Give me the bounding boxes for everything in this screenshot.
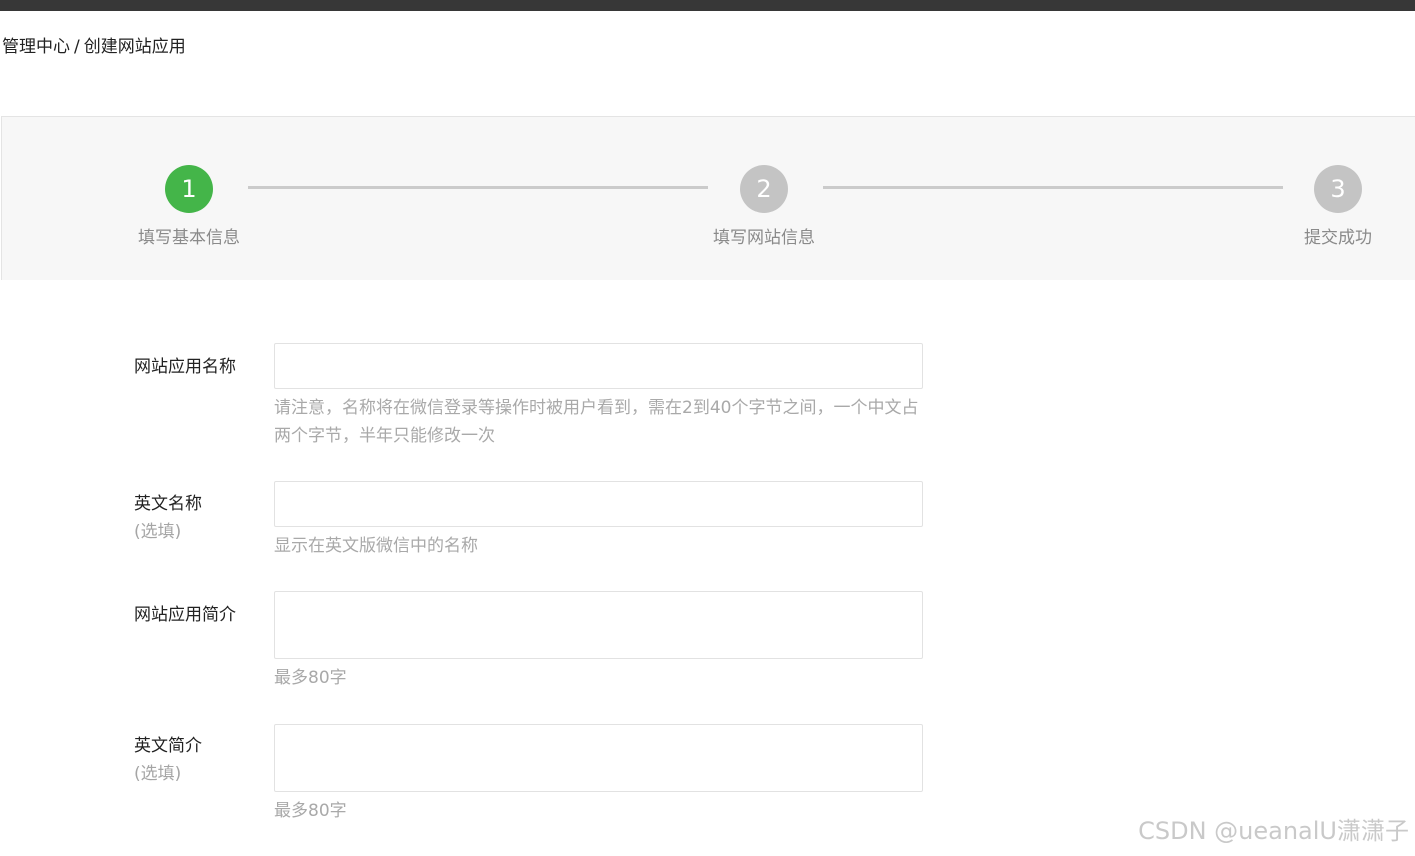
step-2-circle: 2	[740, 165, 788, 213]
english-name-label-text: 英文名称	[134, 494, 202, 514]
breadcrumb-separator: /	[74, 37, 80, 57]
step-1-circle: 1	[165, 165, 213, 213]
steps-panel: 1 2 3 填写基本信息 填写网站信息 提交成功	[1, 116, 1415, 280]
watermark: CSDN @ueanalU潇潇子	[1138, 817, 1409, 845]
app-name-input[interactable]	[274, 343, 923, 389]
english-intro-label-text: 英文简介	[134, 736, 202, 756]
english-intro-textarea[interactable]	[274, 724, 923, 792]
step-1-label: 填写基本信息	[138, 228, 240, 248]
step-connector-2	[823, 186, 1283, 189]
breadcrumb: 管理中心 / 创建网站应用	[2, 36, 186, 58]
breadcrumb-root[interactable]: 管理中心	[2, 37, 70, 57]
english-name-hint: 显示在英文版微信中的名称	[274, 536, 478, 556]
app-intro-textarea[interactable]	[274, 591, 923, 659]
top-bar	[0, 0, 1415, 11]
breadcrumb-current: 创建网站应用	[83, 37, 186, 57]
step-2-label: 填写网站信息	[713, 228, 815, 248]
english-intro-label: 英文简介 (选填)	[134, 732, 202, 788]
app-intro-label: 网站应用简介	[134, 601, 236, 629]
step-connector-1	[248, 186, 708, 189]
app-name-hint: 请注意，名称将在微信登录等操作时被用户看到，需在2到40个字节之间，一个中文占两…	[274, 398, 919, 446]
app-intro-hint: 最多80字	[274, 668, 347, 688]
english-intro-optional: (选填)	[134, 764, 182, 784]
english-name-input[interactable]	[274, 481, 923, 527]
english-name-optional: (选填)	[134, 522, 182, 542]
app-intro-label-text: 网站应用简介	[134, 605, 236, 625]
app-name-label: 网站应用名称	[134, 353, 236, 381]
step-3-circle: 3	[1314, 165, 1362, 213]
english-intro-hint: 最多80字	[274, 801, 347, 821]
english-name-label: 英文名称 (选填)	[134, 490, 202, 546]
app-name-label-text: 网站应用名称	[134, 357, 236, 377]
step-3-label: 提交成功	[1304, 228, 1372, 248]
